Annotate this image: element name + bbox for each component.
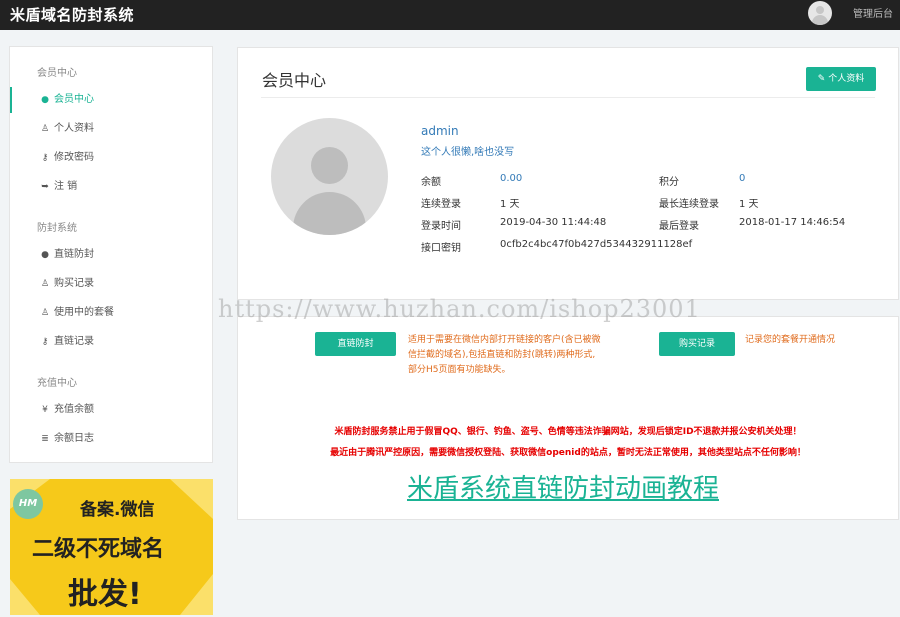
purchase-history-button[interactable]: 购买记录 — [659, 332, 735, 356]
username[interactable]: admin — [421, 124, 459, 138]
sidebar-item-label: 余额日志 — [54, 433, 94, 444]
sidebar-item-label: 会员中心 — [54, 94, 94, 105]
login-streak-value: 1 天 — [500, 199, 520, 210]
pencil-icon: ✎ — [817, 74, 826, 84]
purchase-history-description: 记录您的套餐开通情况 — [745, 335, 836, 345]
sidebar-item-label: 直链防封 — [54, 249, 94, 260]
max-streak-value: 1 天 — [739, 199, 759, 210]
login-time-label: 登录时间 — [421, 221, 461, 232]
services-card: 直链防封 适用于需要在微信内部打开链接的客户(含已被微 信拦截的域名),包括直链… — [237, 316, 899, 520]
login-time-value: 2019-04-30 11:44:48 — [500, 217, 607, 228]
direct-link-description: 适用于需要在微信内部打开链接的客户(含已被微 信拦截的域名),包括直链和防封(跳… — [408, 335, 601, 375]
api-key-label: 接口密钥 — [421, 243, 461, 254]
api-key-value: 0cfb2c4bc47f0b427d534432911128ef — [500, 239, 693, 250]
sidebar-item-recharge[interactable]: ¥ 充值余额 — [10, 397, 212, 423]
ad-callout: 批发! — [68, 577, 142, 612]
last-login-label: 最后登录 — [659, 221, 699, 232]
balance-value: 0.00 — [500, 173, 523, 184]
sidebar-item-purchase-history[interactable]: ♙ 购买记录 — [10, 271, 212, 297]
prohibited-use-warning: 米盾防封服务禁止用于假冒QQ、银行、钓鱼、盗号、色情等违法诈骗网站，发现后锁定I… — [334, 427, 802, 437]
profile-card: 会员中心 ✎ 个人资料 admin 这个人很懒,啥也没写 余额 0.00 积分 … — [237, 47, 899, 300]
sidebar-item-label: 直链记录 — [54, 336, 94, 347]
sidebar-item-active-plans[interactable]: ♙ 使用中的套餐 — [10, 300, 212, 326]
sidebar-item-member-center[interactable]: ● 会员中心 — [10, 87, 212, 113]
sidebar-item-logout[interactable]: ➥ 注 销 — [10, 174, 212, 200]
direct-link-button[interactable]: 直链防封 — [315, 332, 396, 356]
user-icon: ♙ — [40, 124, 50, 134]
login-streak-label: 连续登录 — [421, 199, 461, 210]
page-title: 会员中心 — [262, 71, 327, 90]
user-signature: 这个人很懒,啥也没写 — [421, 147, 515, 158]
key-icon: ⚷ — [41, 337, 49, 347]
tutorial-link[interactable]: 米盾系统直链防封动画教程 — [78, 468, 900, 505]
sidebar-item-label: 个人资料 — [54, 123, 94, 134]
user-avatar[interactable] — [808, 1, 832, 25]
list-icon: ≣ — [41, 434, 49, 444]
sidebar-section-title: 防封系统 — [37, 223, 77, 234]
balance-label: 余额 — [421, 177, 441, 188]
user-icon: ♙ — [40, 308, 50, 318]
ad-subheadline: 二级不死域名 — [32, 537, 165, 562]
profile-avatar — [271, 118, 388, 235]
user-circle-icon: ● — [41, 95, 49, 105]
admin-panel-link[interactable]: 管理后台 — [853, 5, 893, 20]
edit-profile-label: 个人资料 — [828, 74, 865, 84]
user-circle-icon: ● — [41, 250, 49, 260]
yen-icon: ¥ — [42, 405, 48, 415]
key-icon: ⚷ — [41, 153, 49, 163]
points-value: 0 — [739, 173, 746, 184]
divider — [261, 97, 875, 98]
sidebar-item-direct-link[interactable]: ● 直链防封 — [10, 242, 212, 268]
last-login-value: 2018-01-17 14:46:54 — [739, 217, 846, 228]
sidebar-section-title: 会员中心 — [37, 68, 77, 79]
sidebar-item-label: 使用中的套餐 — [54, 307, 114, 318]
top-navbar: 米盾域名防封系统 管理后台 — [0, 0, 900, 30]
sidebar-item-label: 注 销 — [54, 181, 78, 192]
sidebar-item-link-records[interactable]: ⚷ 直链记录 — [10, 329, 212, 355]
edit-profile-button[interactable]: ✎ 个人资料 — [806, 67, 876, 91]
points-label: 积分 — [659, 177, 679, 188]
max-streak-label: 最长连续登录 — [659, 199, 719, 210]
sidebar-item-change-password[interactable]: ⚷ 修改密码 — [10, 145, 212, 171]
user-icon: ♙ — [40, 279, 50, 289]
sidebar-item-balance-log[interactable]: ≣ 余额日志 — [10, 426, 212, 452]
brand-title[interactable]: 米盾域名防封系统 — [10, 4, 134, 25]
sidebar-item-label: 充值余额 — [54, 404, 94, 415]
ad-logo-badge: HM — [13, 489, 43, 519]
sidebar: 会员中心 ● 会员中心 ♙ 个人资料 ⚷ 修改密码 ➥ 注 销 防封系统 ● 直链防封 ♙… — [9, 46, 213, 463]
sidebar-section-title: 充值中心 — [37, 378, 77, 389]
sidebar-item-label: 修改密码 — [54, 152, 94, 163]
sidebar-item-label: 购买记录 — [54, 278, 94, 289]
watermark-text: https://www.huzhan.com/ishop23001 — [218, 295, 701, 323]
sign-out-icon: ➥ — [41, 182, 49, 192]
sidebar-item-profile[interactable]: ♙ 个人资料 — [10, 116, 212, 142]
wechat-auth-notice: 最近由于腾讯严控原因，需要微信授权登陆、获取微信openid的站点，暂时无法正常… — [330, 448, 806, 458]
